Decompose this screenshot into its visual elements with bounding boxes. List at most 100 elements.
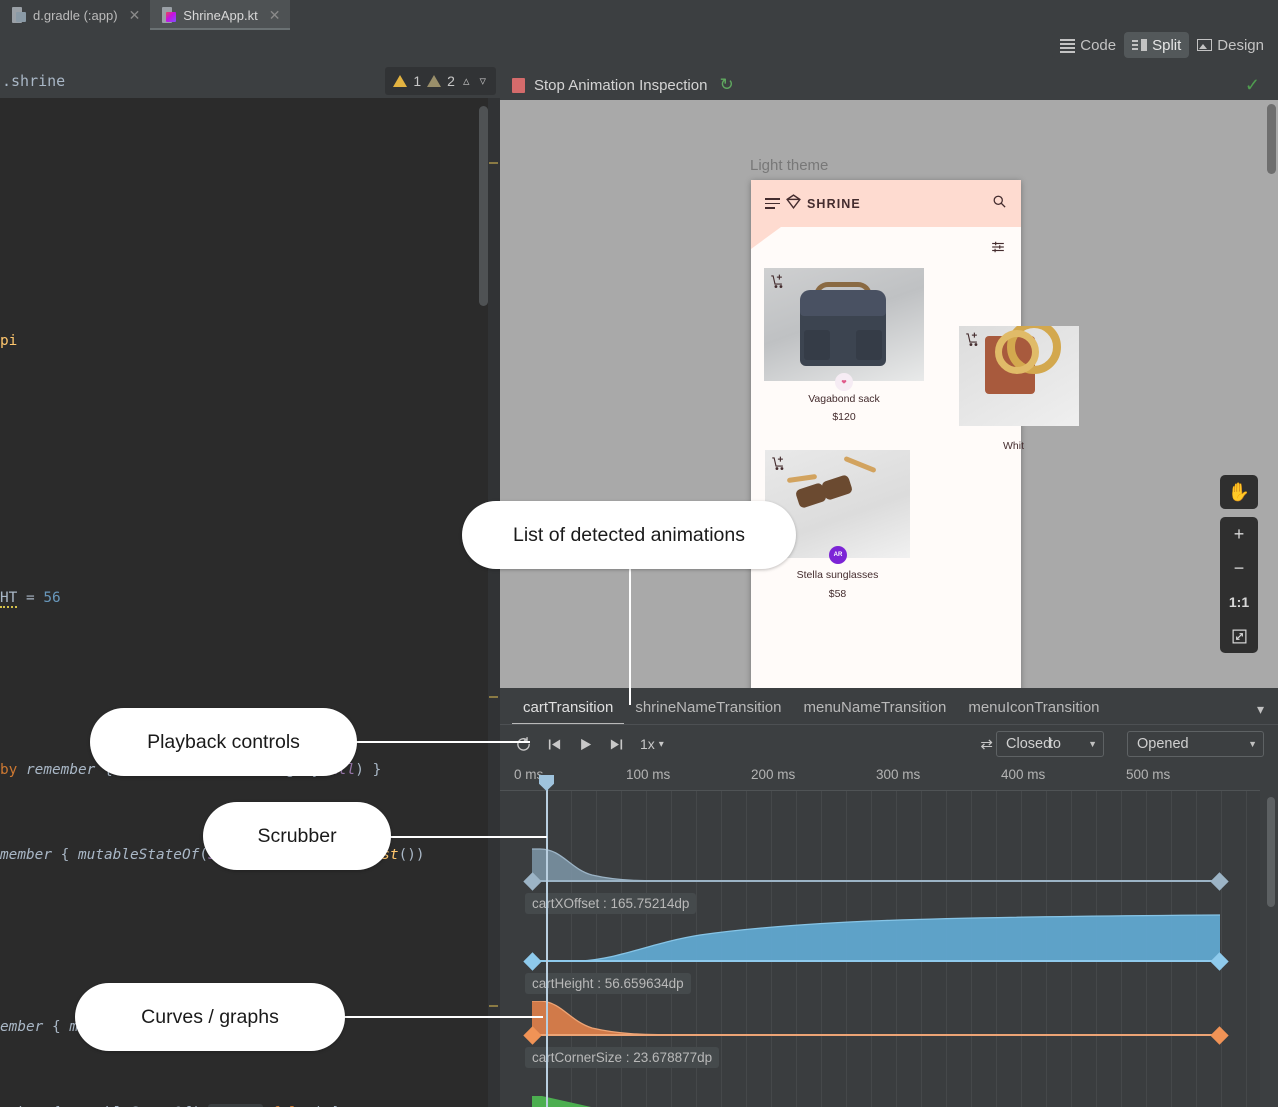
device-preview-frame[interactable]: SHRINE xyxy=(751,180,1021,688)
to-state-value: Opened xyxy=(1137,736,1238,752)
breadcrumb[interactable]: .shrine xyxy=(0,72,65,90)
scrubber-line[interactable] xyxy=(546,775,548,1107)
animation-track-cartcornersize[interactable]: cartCornerSize : 23.678877dp xyxy=(500,1001,1260,1091)
weak-warning-count: 2 xyxy=(447,73,455,89)
preview-canvas[interactable]: Light theme SHRINE xyxy=(500,100,1278,688)
refresh-icon[interactable]: ↻ xyxy=(719,75,733,95)
hamburger-menu-icon[interactable] xyxy=(765,198,780,209)
callout-playback-controls: Playback controls xyxy=(90,708,357,776)
zoom-actual-size-button[interactable]: 1:1 xyxy=(1220,585,1258,619)
callout-leader-line xyxy=(356,741,530,743)
skip-to-end-icon[interactable] xyxy=(601,729,632,760)
zoom-in-icon[interactable]: + xyxy=(1220,517,1258,551)
play-icon[interactable] xyxy=(570,729,601,760)
animation-track-cartalpha[interactable] xyxy=(500,1093,1260,1107)
tab-label: cartTransition xyxy=(523,699,613,716)
view-mode-split[interactable]: Split xyxy=(1124,32,1189,58)
view-mode-toggle: Code Split Design xyxy=(1052,32,1272,58)
view-mode-design[interactable]: Design xyxy=(1189,32,1272,58)
animation-tab-menuicontransition[interactable]: menuIconTransition xyxy=(957,699,1110,725)
next-problem-icon[interactable]: ▿ xyxy=(477,73,488,89)
zoom-tool-group: + − 1:1 xyxy=(1220,517,1258,653)
tab-shrineapp-kt[interactable]: ShrineApp.kt ✕ xyxy=(150,0,290,30)
product-price: $120 xyxy=(764,411,924,423)
product-image xyxy=(764,268,924,381)
to-state-dropdown[interactable]: Opened ▼ xyxy=(1127,731,1264,757)
animation-track-cartxoffset[interactable]: cartXOffset : 165.75214dp xyxy=(500,813,1260,899)
tab-label: d.gradle (:app) xyxy=(33,8,118,23)
editor-scrollbar-thumb[interactable] xyxy=(479,106,488,306)
inspection-widget: 1 2 ▵ ▿ xyxy=(385,67,496,95)
view-mode-label: Split xyxy=(1152,37,1181,54)
timeline-ruler[interactable]: 0 ms 100 ms 200 ms 300 ms 400 ms 500 ms xyxy=(500,763,1278,791)
skip-to-start-icon[interactable] xyxy=(539,729,570,760)
close-icon[interactable]: ✕ xyxy=(129,8,141,22)
marker xyxy=(489,696,498,698)
callout-list-of-detected-animations: List of detected animations xyxy=(462,501,796,569)
product-badge: AR xyxy=(829,546,847,564)
app-top-bar: SHRINE xyxy=(751,180,1021,227)
animation-tab-carttransition[interactable]: cartTransition xyxy=(512,699,624,725)
animation-track-cartheight[interactable]: cartHeight : 56.659634dp xyxy=(500,905,1260,995)
animation-tab-shrinenametransition[interactable]: shrineNameTransition xyxy=(624,699,792,725)
shrine-diamond-icon xyxy=(785,193,802,215)
app-title: SHRINE xyxy=(807,197,861,211)
prev-problem-icon[interactable]: ▵ xyxy=(461,73,472,89)
preview-zoom-toolbar: ✋ + − 1:1 xyxy=(1220,475,1258,661)
callout-leader-line xyxy=(629,560,631,705)
preview-scrollbar[interactable] xyxy=(1267,104,1276,174)
marker xyxy=(489,1005,498,1007)
track-value-label: cartHeight : 56.659634dp xyxy=(525,973,691,994)
add-to-cart-icon[interactable] xyxy=(965,332,980,352)
preview-theme-label: Light theme xyxy=(750,157,828,174)
filter-tune-icon[interactable] xyxy=(991,240,1005,259)
callout-leader-line xyxy=(343,1016,543,1018)
warning-icon xyxy=(393,75,407,87)
pan-hand-icon[interactable]: ✋ xyxy=(1220,475,1258,509)
chevron-down-icon: ▼ xyxy=(1248,739,1257,749)
callout-text: List of detected animations xyxy=(513,524,745,547)
design-image-icon xyxy=(1197,39,1212,51)
check-icon: ✓ xyxy=(1245,75,1260,96)
loop-icon[interactable] xyxy=(508,729,539,760)
swap-states-icon[interactable]: ⇄ xyxy=(980,735,993,753)
add-to-cart-icon[interactable] xyxy=(771,456,786,476)
animation-inspector-panel: cartTransition shrineNameTransition menu… xyxy=(500,688,1278,1107)
track-value-label: cartCornerSize : 23.678877dp xyxy=(525,1047,719,1068)
animation-tab-menunametransition[interactable]: menuNameTransition xyxy=(792,699,957,725)
view-mode-label: Code xyxy=(1080,37,1116,54)
timeline-scrollbar[interactable] xyxy=(1267,797,1275,907)
add-to-cart-icon[interactable] xyxy=(770,274,785,294)
editor-breadcrumb-bar: .shrine 1 2 ▵ ▿ xyxy=(0,64,500,98)
close-icon[interactable]: ✕ xyxy=(269,8,281,22)
tab-label: menuNameTransition xyxy=(803,699,946,716)
product-name: Stella sunglasses xyxy=(765,569,910,581)
chevron-down-icon[interactable]: ▾ xyxy=(1257,701,1264,718)
zoom-out-icon[interactable]: − xyxy=(1220,551,1258,585)
playback-speed-selector[interactable]: 1x ▾ xyxy=(640,736,664,752)
split-view-icon xyxy=(1132,39,1147,51)
tab-gradle-app[interactable]: d.gradle (:app) ✕ xyxy=(0,0,150,30)
tab-label: ShrineApp.kt xyxy=(183,8,257,23)
playback-controls-bar: 1x ▾ ⇄ Closed ▼ to Opened ▼ xyxy=(500,725,1278,763)
product-name: Whit xyxy=(1003,440,1123,452)
product-name: Vagabond sack xyxy=(764,393,924,405)
chevron-down-icon: ▼ xyxy=(1088,739,1097,749)
search-icon[interactable] xyxy=(992,194,1007,214)
code-text-area[interactable]: pi HT = 56 by remember { mutableStateOf(… xyxy=(0,98,476,1107)
callout-curves-graphs: Curves / graphs xyxy=(75,983,345,1051)
to-label: to xyxy=(1049,736,1061,752)
product-price: $58 xyxy=(765,588,910,600)
weak-warning-icon xyxy=(427,75,441,87)
animation-tab-bar: cartTransition shrineNameTransition menu… xyxy=(500,688,1278,725)
speed-label: 1x xyxy=(640,736,655,752)
editor-tab-bar: d.gradle (:app) ✕ ShrineApp.kt ✕ xyxy=(0,0,1278,30)
stop-animation-inspection-button[interactable]: Stop Animation Inspection xyxy=(534,77,707,94)
zoom-fit-icon[interactable] xyxy=(1220,619,1258,653)
callout-text: Curves / graphs xyxy=(141,1006,279,1029)
stop-square-icon[interactable] xyxy=(512,78,525,93)
view-mode-code[interactable]: Code xyxy=(1052,32,1124,58)
editor-marker-gutter xyxy=(488,98,500,1107)
product-badge: ❤ xyxy=(835,373,853,391)
animation-timeline[interactable]: 0 ms 100 ms 200 ms 300 ms 400 ms 500 ms … xyxy=(500,763,1278,1107)
